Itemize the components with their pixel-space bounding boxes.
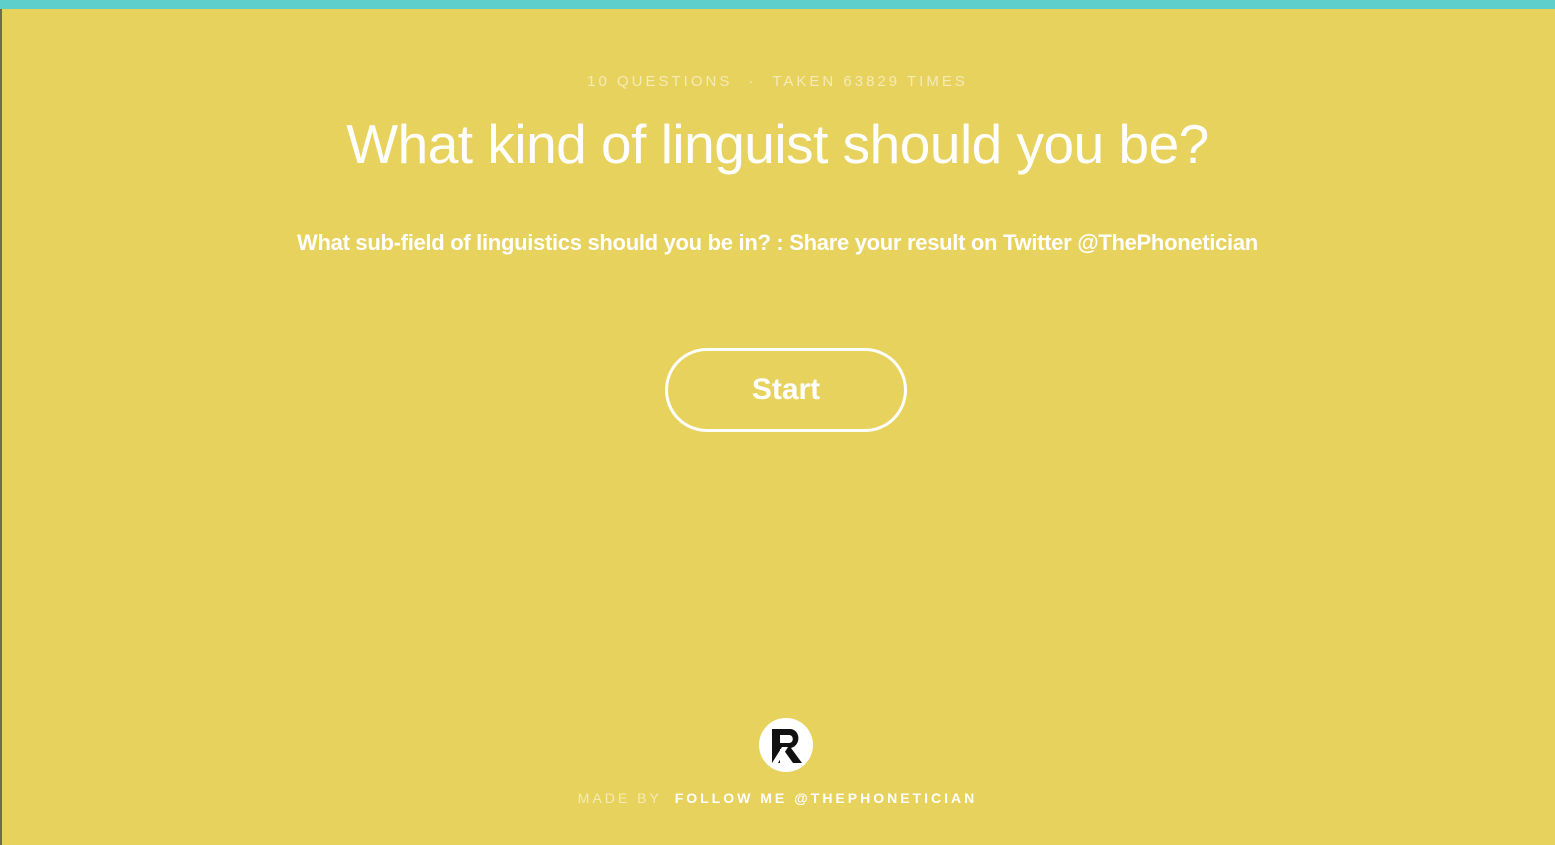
taken-count: Taken 63829 Times: [772, 73, 968, 90]
r-logo-icon[interactable]: [758, 717, 814, 773]
made-by-label: Made by: [577, 790, 662, 806]
footer: Made by Follow me @ThePhonetician: [0, 790, 1555, 806]
quiz-meta: 10 Questions · Taken 63829 Times: [0, 73, 1555, 90]
top-accent-bar: [0, 0, 1555, 9]
author-twitter-link[interactable]: Follow me @ThePhonetician: [675, 790, 978, 806]
quiz-description: What sub-field of linguistics should you…: [297, 230, 1258, 255]
meta-separator: ·: [748, 73, 757, 90]
start-button[interactable]: Start: [665, 348, 907, 432]
quiz-title: What kind of linguist should you be?: [346, 113, 1209, 175]
question-count: 10 Questions: [587, 73, 733, 90]
